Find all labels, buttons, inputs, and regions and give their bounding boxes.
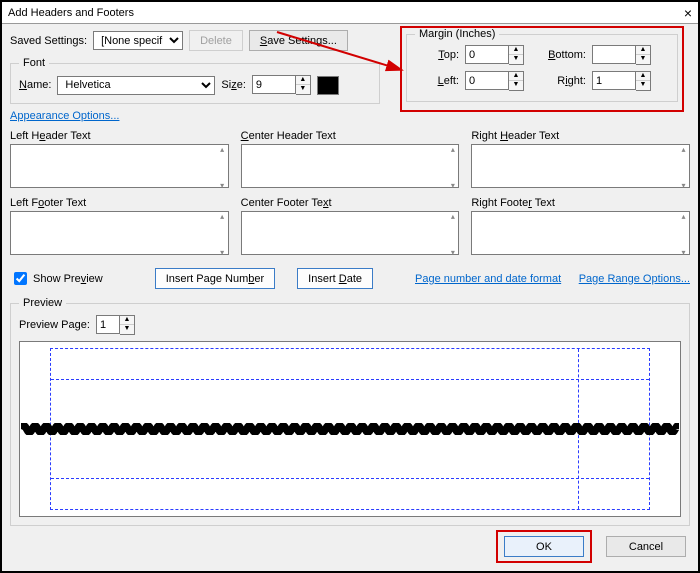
chevron-up-icon[interactable]: ▲ [636, 46, 650, 55]
chevron-up-icon[interactable]: ▲ [120, 316, 134, 325]
save-settings-label-rest: ave Settings... [267, 35, 337, 47]
show-preview-label: Show Preview [33, 273, 103, 285]
preview-page-spinner[interactable]: ▲▼ [96, 315, 135, 335]
chevron-up-icon[interactable]: ▲ [636, 72, 650, 81]
insert-date-button[interactable]: Insert Date [297, 268, 373, 289]
left-footer-label: Left Footer Text [10, 197, 229, 209]
margin-bottom-label: Bottom: [530, 49, 586, 61]
margin-bottom-spinner[interactable]: ▲▼ [592, 45, 651, 65]
appearance-options-link[interactable]: Appearance Options... [10, 110, 119, 122]
center-footer-label: Center Footer Text [241, 197, 460, 209]
titlebar: Add Headers and Footers × [2, 2, 698, 24]
delete-button: Delete [189, 30, 243, 51]
chevron-up-icon[interactable]: ▴ [678, 145, 689, 154]
ok-highlight-box: OK [496, 530, 592, 563]
margin-right-input[interactable] [592, 71, 636, 90]
dialog-footer: OK Cancel [496, 530, 686, 563]
margin-top-label: Top: [415, 49, 459, 61]
preview-canvas [19, 341, 681, 517]
chevron-up-icon[interactable]: ▴ [217, 212, 228, 221]
preview-page-input[interactable] [96, 315, 120, 334]
dialog-add-headers-footers: Add Headers and Footers × Saved Settings… [0, 0, 700, 573]
chevron-down-icon[interactable]: ▾ [217, 248, 228, 257]
page-tear-decoration [21, 423, 679, 435]
chevron-down-icon[interactable]: ▾ [447, 248, 458, 257]
chevron-up-icon[interactable]: ▴ [678, 212, 689, 221]
show-preview-checkbox[interactable]: Show Preview [10, 269, 103, 288]
font-size-input[interactable] [252, 75, 296, 94]
page-range-options-link[interactable]: Page Range Options... [579, 273, 690, 285]
preview-page-label: Preview Page: [19, 319, 90, 331]
chevron-up-icon[interactable]: ▴ [217, 145, 228, 154]
margin-left-spinner[interactable]: ▲▼ [465, 71, 524, 91]
chevron-down-icon[interactable]: ▾ [678, 181, 689, 190]
saved-settings-label: Saved Settings: [10, 35, 87, 47]
font-size-label: Size: [221, 79, 245, 91]
save-settings-button[interactable]: Save Settings... [249, 30, 348, 51]
left-footer-textarea[interactable] [10, 211, 229, 255]
margin-left-input[interactable] [465, 71, 509, 90]
chevron-down-icon[interactable]: ▾ [678, 248, 689, 257]
margin-left-label: Left: [415, 75, 459, 87]
margin-right-label: Right: [530, 75, 586, 87]
left-header-label: Left Header Text [10, 130, 229, 142]
right-footer-label: Right Footer Text [471, 197, 690, 209]
font-legend: Font [19, 57, 49, 69]
chevron-down-icon[interactable]: ▼ [120, 325, 134, 334]
margin-top-input[interactable] [465, 45, 509, 64]
center-footer-textarea[interactable] [241, 211, 460, 255]
chevron-up-icon[interactable]: ▲ [296, 76, 310, 85]
right-header-textarea[interactable] [471, 144, 690, 188]
chevron-down-icon[interactable]: ▼ [509, 81, 523, 90]
chevron-down-icon[interactable]: ▼ [509, 55, 523, 64]
font-name-label: Name: [19, 79, 51, 91]
insert-page-number-button[interactable]: Insert Page Number [155, 268, 275, 289]
center-header-textarea[interactable] [241, 144, 460, 188]
left-header-textarea[interactable] [10, 144, 229, 188]
margin-bottom-input[interactable] [592, 45, 636, 64]
chevron-down-icon[interactable]: ▾ [447, 181, 458, 190]
chevron-down-icon[interactable]: ▾ [217, 181, 228, 190]
chevron-down-icon[interactable]: ▼ [636, 55, 650, 64]
ok-button[interactable]: OK [504, 536, 584, 557]
chevron-down-icon[interactable]: ▼ [636, 81, 650, 90]
center-header-label: Center Header Text [241, 130, 460, 142]
margin-legend: Margin (Inches) [415, 28, 499, 40]
spinner-buttons[interactable]: ▲▼ [296, 75, 311, 95]
page-number-date-format-link[interactable]: Page number and date format [415, 273, 561, 285]
margin-top-spinner[interactable]: ▲▼ [465, 45, 524, 65]
right-header-label: Right Header Text [471, 130, 690, 142]
chevron-up-icon[interactable]: ▴ [447, 145, 458, 154]
chevron-up-icon[interactable]: ▲ [509, 46, 523, 55]
chevron-up-icon[interactable]: ▴ [447, 212, 458, 221]
margin-right-spinner[interactable]: ▲▼ [592, 71, 651, 91]
chevron-down-icon[interactable]: ▼ [296, 85, 310, 94]
font-group: Font Name: Helvetica Size: ▲▼ [10, 57, 380, 104]
close-icon[interactable]: × [684, 5, 692, 21]
margin-highlight-box: Margin (Inches) Top: ▲▼ Bottom: ▲▼ Left:… [400, 26, 684, 112]
cancel-button[interactable]: Cancel [606, 536, 686, 557]
chevron-up-icon[interactable]: ▲ [509, 72, 523, 81]
dialog-title: Add Headers and Footers [8, 7, 134, 19]
font-color-swatch[interactable] [317, 76, 339, 95]
font-name-select[interactable]: Helvetica [57, 76, 215, 95]
font-size-spinner[interactable]: ▲▼ [252, 75, 311, 95]
saved-settings-select[interactable]: [None specified] [93, 31, 183, 50]
right-footer-textarea[interactable] [471, 211, 690, 255]
margin-group: Margin (Inches) Top: ▲▼ Bottom: ▲▼ Left:… [406, 34, 678, 102]
preview-legend: Preview [19, 297, 66, 309]
preview-group: Preview Preview Page: ▲▼ [10, 297, 690, 526]
